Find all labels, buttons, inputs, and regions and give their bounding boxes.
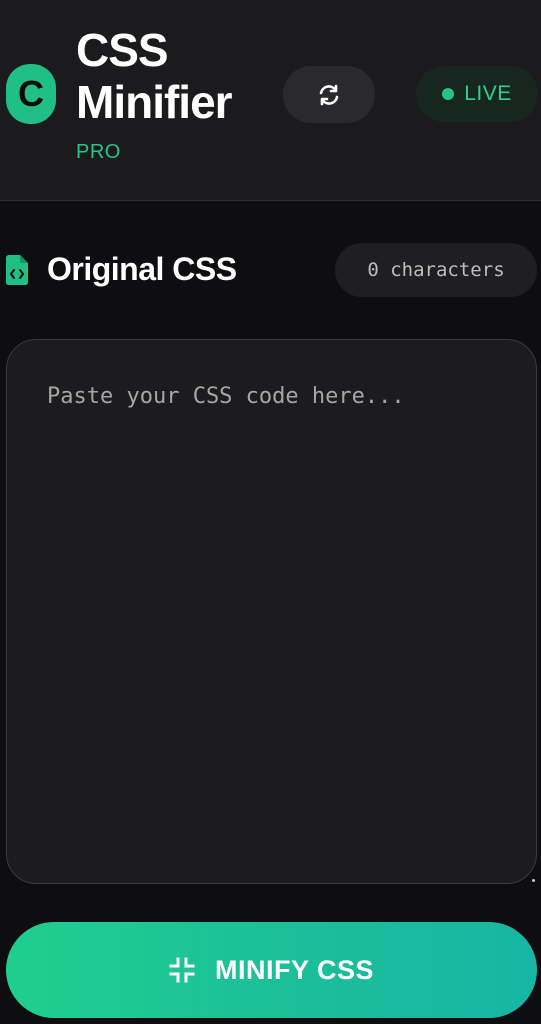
minify-button-label: MINIFY CSS [214,954,375,985]
character-count-badge: 0 characters [335,243,537,297]
compress-icon [169,957,195,983]
live-dot-icon [442,88,455,100]
live-status-badge: LIVE [416,66,538,122]
app-subtitle: PRO [76,141,121,163]
logo-letter: C [18,73,44,114]
minify-css-button[interactable]: MINIFY CSS [6,922,537,1018]
app-logo: C [6,64,56,124]
css-input-textarea[interactable] [6,339,537,884]
section-title: Original CSS [47,251,237,287]
app-title: CSS Minifier [76,24,233,128]
resize-handle[interactable] [532,879,535,882]
app-header: C CSS Minifier PRO LIVE [0,0,541,201]
live-status-label: LIVE [464,82,512,105]
refresh-icon [319,84,339,105]
css-file-icon [6,255,28,285]
app-page: C CSS Minifier PRO LIVE Original CSS 0 c… [0,0,541,1024]
refresh-button[interactable] [283,66,375,123]
